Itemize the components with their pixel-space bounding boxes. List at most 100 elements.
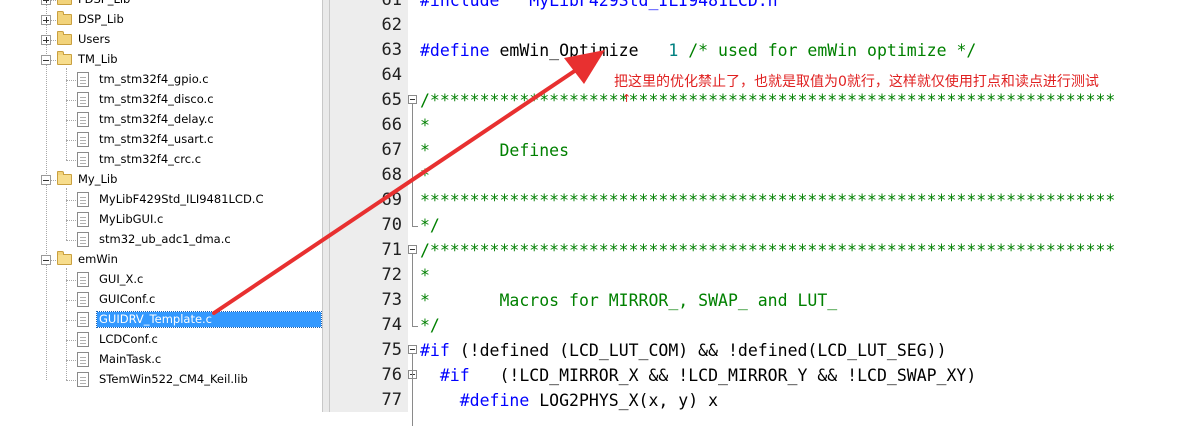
file-icon: [77, 312, 89, 327]
annotation-tick: ↑: [622, 92, 632, 105]
tree-folder-label: Users: [78, 32, 111, 46]
code-text: ****************************************…: [420, 191, 1116, 210]
code-text: * Macros for MIRROR_, SWAP_ and LUT_: [420, 291, 838, 310]
expand-plus-icon[interactable]: [41, 15, 51, 25]
tree-guide-line: [66, 360, 76, 361]
fold-end-marker: [412, 326, 418, 327]
tree-folder-label: DSP_Lib: [78, 12, 124, 26]
tree-guide-line: [66, 160, 76, 161]
line-number: 65: [381, 90, 402, 110]
tree-folder-label: emWin: [78, 252, 118, 266]
tree-file-row[interactable]: LCDConf.c: [0, 330, 322, 350]
code-line[interactable]: 66 *: [330, 113, 1183, 138]
code-line[interactable]: 67 * Defines: [330, 138, 1183, 163]
code-line[interactable]: 65 /*************************************…: [330, 88, 1183, 113]
tree-guide-line: [66, 340, 76, 341]
expand-plus-icon[interactable]: [41, 35, 51, 45]
tree-file-row[interactable]: stm32_ub_adc1_dma.c: [0, 230, 322, 250]
tree-file-row[interactable]: GUIConf.c: [0, 290, 322, 310]
fold-end-marker: [412, 226, 418, 227]
file-icon: [77, 272, 89, 287]
tree-guide-line: [66, 200, 76, 201]
code-text: #include "MyLibF429Std_ILI9481LCD.h": [420, 0, 788, 10]
tree-folder-label: My_Lib: [78, 172, 118, 186]
code-line[interactable]: 68 *: [330, 163, 1183, 188]
tree-file-row[interactable]: MyLibGUI.c: [0, 210, 322, 230]
tree-file-row[interactable]: GUIDRV_Template.c: [0, 310, 322, 330]
line-number: 71: [381, 240, 402, 260]
file-icon: [77, 192, 89, 207]
collapse-minus-icon[interactable]: [41, 175, 51, 185]
fold-collapse-icon[interactable]: [408, 95, 417, 104]
code-line[interactable]: 73 * Macros for MIRROR_, SWAP_ and LUT_: [330, 288, 1183, 313]
code-text: */: [420, 316, 440, 335]
tree-file-row[interactable]: tm_stm32f4_usart.c: [0, 130, 322, 150]
tree-file-row[interactable]: tm_stm32f4_crc.c: [0, 150, 322, 170]
tree-guide-line: [66, 240, 76, 241]
file-icon: [77, 332, 89, 347]
tree-folder-row[interactable]: emWin: [0, 250, 322, 270]
line-number: 75: [381, 340, 402, 360]
code-line[interactable]: 62: [330, 13, 1183, 38]
code-line[interactable]: 63 #define emWin_Optimize 1 /* used for e…: [330, 38, 1183, 63]
tree-file-label-selected: GUIDRV_Template.c: [96, 311, 322, 328]
tree-guide-line: [66, 380, 76, 381]
tree-file-row[interactable]: tm_stm32f4_delay.c: [0, 110, 322, 130]
folder-icon: [57, 0, 72, 5]
collapse-minus-icon[interactable]: [41, 55, 51, 65]
code-line[interactable]: 74 */: [330, 313, 1183, 338]
line-number: 74: [381, 315, 402, 335]
folder-icon: [57, 11, 72, 25]
line-number: 69: [381, 190, 402, 210]
code-text: *: [420, 266, 430, 285]
folder-open-icon: [57, 251, 72, 265]
fold-collapse-icon[interactable]: [408, 245, 417, 254]
code-text: *: [420, 166, 430, 185]
code-text: */: [420, 216, 440, 235]
tree-file-row[interactable]: STemWin522_CM4_Keil.lib: [0, 370, 322, 390]
folder-icon: [57, 31, 72, 45]
tree-folder-row[interactable]: My_Lib: [0, 170, 322, 190]
tree-file-label: MyLibF429Std_ILI9481LCD.C: [99, 192, 264, 206]
collapse-minus-icon[interactable]: [41, 255, 51, 265]
tree-file-row[interactable]: MyLibF429Std_ILI9481LCD.C: [0, 190, 322, 210]
folder-open-icon: [57, 51, 72, 65]
tree-folder-row[interactable]: TM_Lib: [0, 50, 322, 70]
tree-guide-line: [66, 280, 76, 281]
tree-file-label: MainTask.c: [99, 352, 162, 366]
tree-file-label: tm_stm32f4_usart.c: [99, 132, 214, 146]
file-icon: [77, 212, 89, 227]
tree-file-row[interactable]: tm_stm32f4_disco.c: [0, 90, 322, 110]
code-line[interactable]: 61 #include "MyLibF429Std_ILI9481LCD.h": [330, 0, 1183, 13]
line-number: 70: [381, 215, 402, 235]
code-line[interactable]: 69 **************************************…: [330, 188, 1183, 213]
tree-file-row[interactable]: GUI_X.c: [0, 270, 322, 290]
fold-guide-line: [412, 104, 413, 226]
splitter-bar[interactable]: [322, 0, 330, 412]
code-line[interactable]: 76 #if (!LCD_MIRROR_X && !LCD_MIRROR_Y &…: [330, 363, 1183, 388]
fold-collapse-icon[interactable]: [408, 345, 417, 354]
fold-guide-line: [412, 254, 413, 326]
code-editor[interactable]: 61 #include "MyLibF429Std_ILI9481LCD.h" 62…: [330, 0, 1183, 426]
tree-folder-label: TM_Lib: [78, 52, 118, 66]
line-number: 72: [381, 265, 402, 285]
tree-file-row[interactable]: tm_stm32f4_gpio.c: [0, 70, 322, 90]
code-line[interactable]: 75 #if (!defined (LCD_LUT_COM) && !define…: [330, 338, 1183, 363]
tree-file-label: MyLibGUI.c: [99, 212, 164, 226]
tree-folder-row[interactable]: FDSP_Lib: [0, 0, 322, 10]
code-line[interactable]: 71 /*************************************…: [330, 238, 1183, 263]
code-line[interactable]: 77 #define LOG2PHYS_X(x, y) x: [330, 388, 1183, 413]
code-line[interactable]: 70 */: [330, 213, 1183, 238]
code-line[interactable]: 72 *: [330, 263, 1183, 288]
tree-file-row[interactable]: MainTask.c: [0, 350, 322, 370]
tree-folder-row[interactable]: DSP_Lib: [0, 10, 322, 30]
tree-file-label: tm_stm32f4_delay.c: [99, 112, 214, 126]
expand-plus-icon[interactable]: [41, 0, 51, 5]
tree-file-label: stm32_ub_adc1_dma.c: [99, 232, 231, 246]
code-text: #define LOG2PHYS_X(x, y) x: [420, 391, 719, 410]
file-icon: [77, 292, 89, 307]
tree-folder-row[interactable]: Users: [0, 30, 322, 50]
tree-guide-line: [66, 300, 76, 301]
line-number: 67: [381, 140, 402, 160]
line-number: 73: [381, 290, 402, 310]
